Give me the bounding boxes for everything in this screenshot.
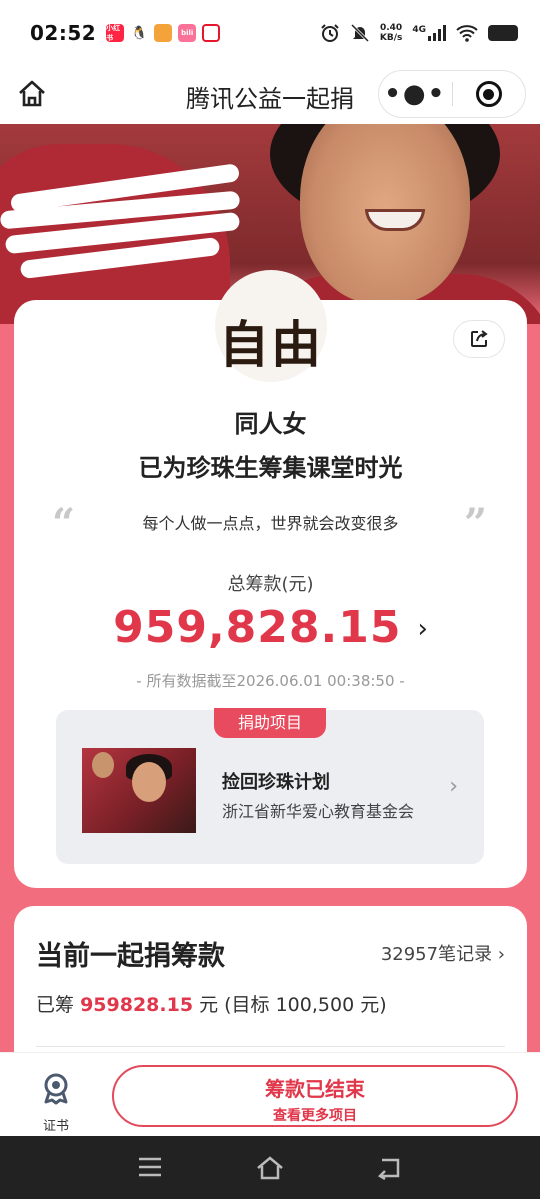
- mute-bell-icon: [350, 23, 369, 43]
- target-close-icon: [475, 81, 502, 107]
- alarm-icon: [321, 24, 339, 42]
- group-fundraising-title: 当前一起捐筹款: [36, 941, 225, 972]
- redaction-scribble: [0, 163, 250, 289]
- close-mini-program-button[interactable]: [453, 81, 526, 107]
- system-nav-bar: [0, 1136, 540, 1199]
- wifi-icon: [456, 25, 478, 42]
- project-title: 捡回珍珠计划: [222, 772, 330, 793]
- donor-card: 自由 同人女 已为珍珠生筹集课堂时光 “ ” 每个人做一点点，世界就会改变很多 …: [14, 270, 527, 888]
- data-timestamp: - 所有数据截至2026.06.01 00:38:50 -: [136, 672, 405, 690]
- donation-purpose: 已为珍珠生筹集课堂时光: [138, 454, 403, 482]
- certificate-label: 证书: [42, 1119, 69, 1134]
- bilibili-app-icon: bili: [178, 24, 197, 42]
- weibo-app-icon: [202, 24, 221, 42]
- fundraising-ended-button[interactable]: 筹款已结束 查看更多项目: [112, 1065, 518, 1127]
- more-options-icon[interactable]: •●•: [379, 81, 452, 107]
- records-link[interactable]: 32957笔记录 ›: [381, 940, 505, 966]
- project-organization: 浙江省新华爱心教育基金会: [222, 802, 415, 821]
- records-count: 32957笔记录: [380, 944, 493, 965]
- nav-bar: 腾讯公益一起捐 •●•: [0, 66, 540, 124]
- raised-summary: 已筹 959828.15 元 (目标 100,500 元): [36, 994, 387, 1016]
- view-more-projects-label: 查看更多项目: [273, 1108, 357, 1124]
- raised-amount: 959828.15: [80, 994, 194, 1016]
- certificate-icon: [44, 1073, 68, 1105]
- total-amount: 959,828.15: [113, 602, 402, 653]
- donor-name: 同人女: [234, 410, 307, 438]
- home-nav-icon[interactable]: [256, 1156, 284, 1180]
- battery-icon: [488, 25, 518, 41]
- total-label: 总筹款(元): [227, 574, 314, 595]
- mini-program-capsule: •●•: [378, 70, 526, 118]
- xiaohongshu-app-icon: 小红书: [106, 24, 125, 42]
- fundraising-ended-label: 筹款已结束: [265, 1077, 365, 1101]
- qq-app-icon: 🐧: [130, 24, 149, 42]
- slogan-text: 每个人做一点点，世界就会改变很多: [142, 514, 399, 533]
- project-thumbnail: [82, 748, 196, 833]
- avatar: 自由: [215, 270, 327, 382]
- chevron-right-icon: ›: [449, 774, 458, 799]
- app-icon-orange: [154, 24, 173, 42]
- chevron-right-icon: ›: [417, 613, 428, 644]
- back-icon[interactable]: [376, 1156, 404, 1180]
- avatar-text: 自由: [219, 315, 323, 374]
- cell-signal-icon: 4G: [412, 25, 446, 41]
- project-tag: 捐助项目: [214, 708, 326, 738]
- share-icon: [471, 330, 488, 347]
- chevron-right-icon: ›: [492, 944, 505, 965]
- share-button[interactable]: [453, 320, 505, 358]
- net-speed: 0.40 KB/s: [379, 23, 403, 43]
- certificate-button[interactable]: 证书: [36, 1071, 76, 1134]
- divider: [36, 1046, 505, 1047]
- status-bar: 02:52 小红书 🐧 bili 0.40 KB/s 4G: [0, 0, 540, 66]
- project-card[interactable]: 捐助项目 捡回珍珠计划 浙江省新华爱心教育基金会 ›: [56, 708, 484, 864]
- notification-app-icons: 小红书 🐧 bili: [106, 24, 221, 42]
- total-amount-row[interactable]: 959,828.15 ›: [14, 602, 527, 653]
- menu-icon[interactable]: [138, 1156, 162, 1178]
- bottom-action-bar: 证书 筹款已结束 查看更多项目: [0, 1052, 540, 1136]
- status-time: 02:52: [30, 21, 97, 45]
